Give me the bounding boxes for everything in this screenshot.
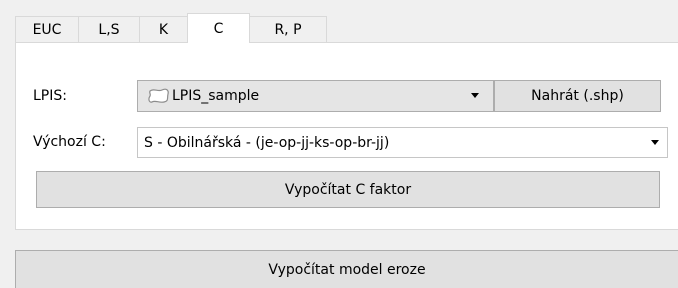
tab-c[interactable]: C bbox=[187, 13, 250, 43]
tab-euc[interactable]: EUC bbox=[15, 16, 78, 43]
chevron-down-icon bbox=[471, 93, 479, 98]
lpis-selected-value: LPIS_sample bbox=[172, 88, 260, 104]
default-c-combobox[interactable]: S - Obilnářská - (je-op-jj-ks-op-br-jj) bbox=[137, 127, 668, 158]
default-c-selected-value: S - Obilnářská - (je-op-jj-ks-op-br-jj) bbox=[144, 134, 390, 151]
chevron-down-icon bbox=[651, 140, 659, 145]
tab-bar: EUC L,S K C R, P bbox=[15, 13, 327, 43]
compute-erosion-model-button[interactable]: Vypočítat model eroze bbox=[15, 250, 678, 288]
polygon-layer-icon bbox=[148, 88, 170, 104]
tab-k[interactable]: K bbox=[139, 16, 187, 43]
lpis-combobox[interactable]: LPIS_sample bbox=[137, 80, 494, 112]
compute-c-factor-button[interactable]: Vypočítat C faktor bbox=[36, 171, 660, 208]
tab-panel-c: LPIS: LPIS_sample Nahrát (.shp) Výchozí … bbox=[15, 42, 678, 230]
app-root: EUC L,S K C R, P LPIS: LPIS_sample Nahrá… bbox=[0, 0, 678, 288]
load-shp-button[interactable]: Nahrát (.shp) bbox=[494, 80, 661, 112]
tab-rp[interactable]: R, P bbox=[250, 16, 327, 43]
lpis-label: LPIS: bbox=[33, 88, 67, 104]
tab-ls[interactable]: L,S bbox=[78, 16, 139, 43]
default-c-label: Výchozí C: bbox=[33, 134, 106, 150]
